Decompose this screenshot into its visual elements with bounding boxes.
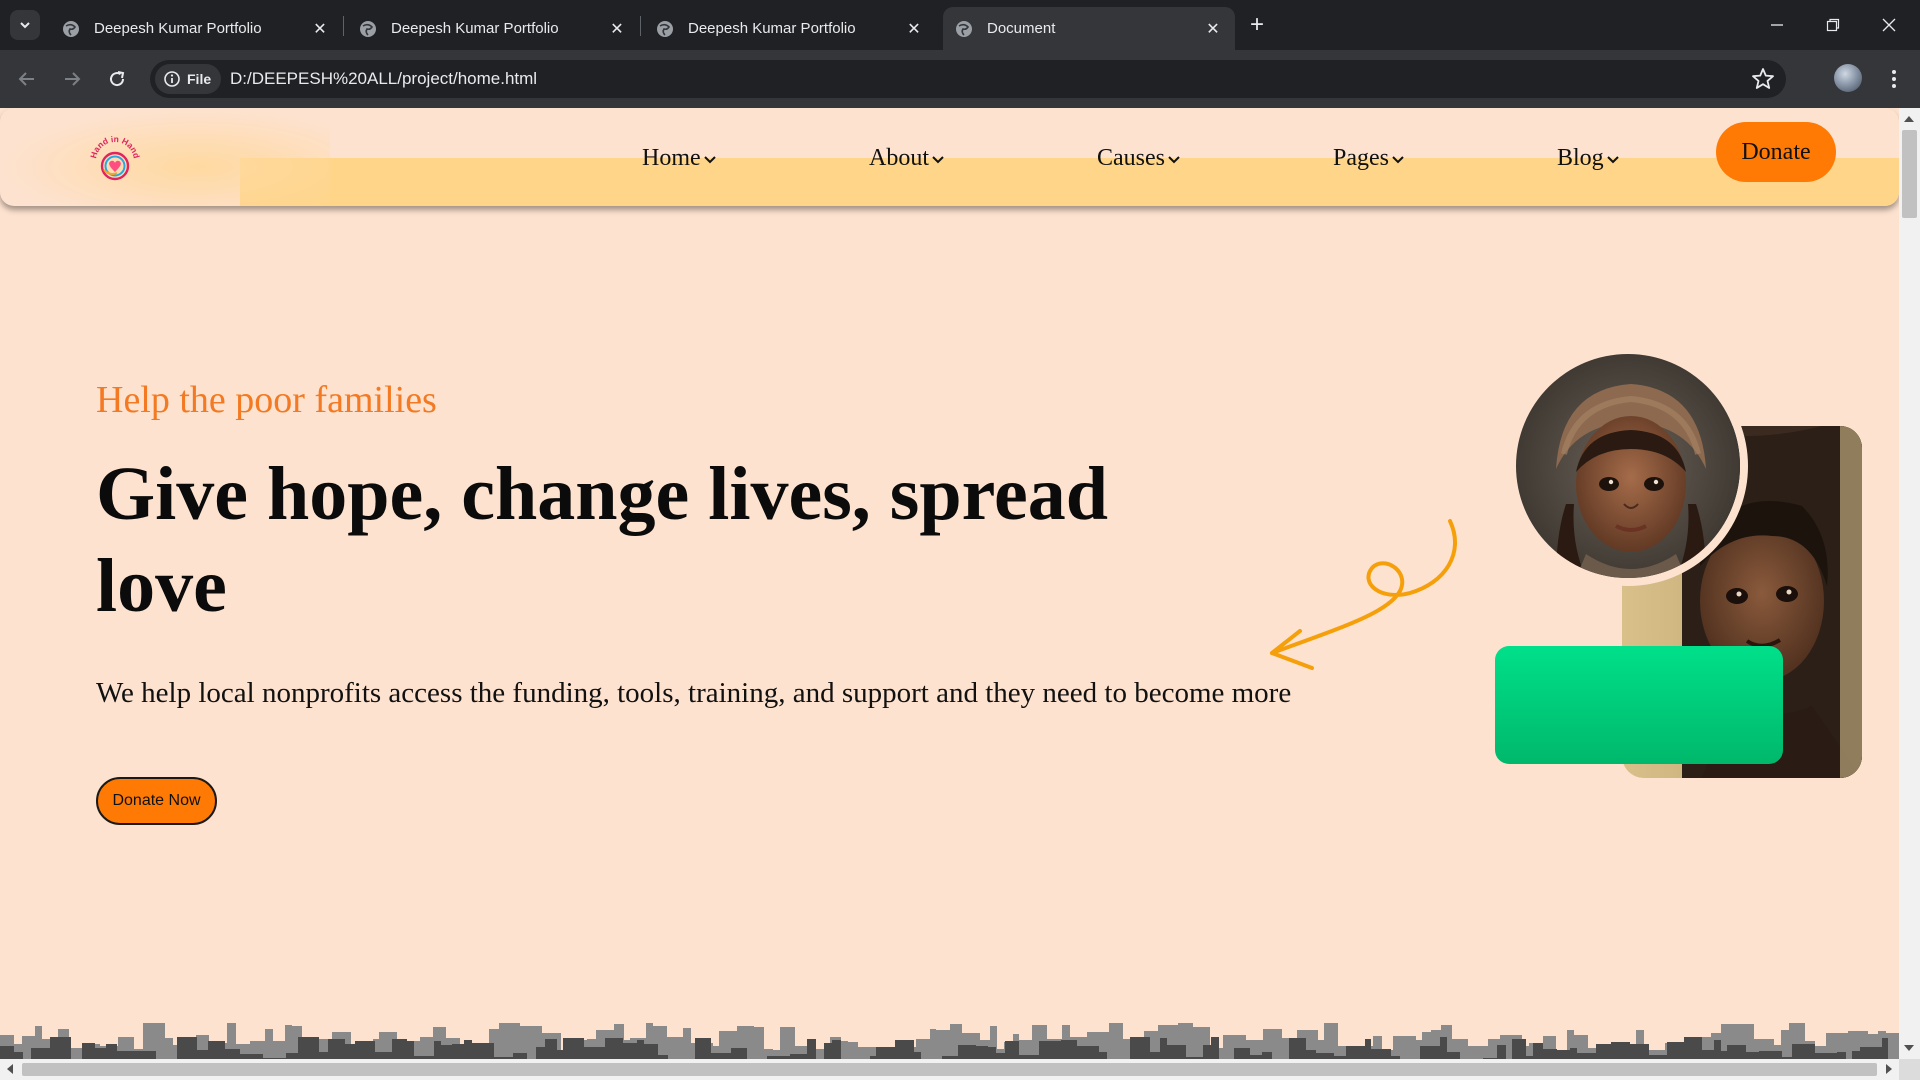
- scroll-right-arrow[interactable]: [1886, 1064, 1892, 1074]
- tab-4-active[interactable]: Document ✕: [943, 7, 1235, 50]
- scroll-down-arrow[interactable]: [1904, 1045, 1914, 1051]
- nav-label: Home: [642, 144, 701, 171]
- close-icon[interactable]: ✕: [1203, 19, 1223, 39]
- nav-item-about[interactable]: About: [869, 138, 945, 178]
- tab-3[interactable]: Deepesh Kumar Portfolio ✕: [644, 7, 936, 50]
- tab-title: Document: [987, 20, 1056, 37]
- profile-avatar[interactable]: [1834, 64, 1862, 92]
- scrollbar-corner: [1899, 1059, 1920, 1080]
- info-icon: [164, 71, 180, 87]
- scroll-thumb[interactable]: [22, 1063, 1877, 1076]
- scroll-up-arrow[interactable]: [1904, 116, 1914, 122]
- close-icon[interactable]: ✕: [310, 19, 330, 39]
- nav-item-blog[interactable]: Blog: [1557, 138, 1620, 178]
- globe-icon: [63, 20, 79, 37]
- hero-title: Give hope, change lives, spread love: [96, 452, 1108, 628]
- nav-label: Causes: [1097, 144, 1165, 171]
- tab-title: Deepesh Kumar Portfolio: [94, 20, 262, 37]
- horizontal-scrollbar[interactable]: [0, 1059, 1899, 1080]
- hero-description: We help local nonprofits access the fund…: [96, 677, 1292, 709]
- chevron-down-icon: [1606, 156, 1619, 164]
- city-skyline-silhouette: [0, 1023, 1899, 1059]
- chevron-down-icon: [1392, 156, 1404, 164]
- site-chip-label: File: [187, 71, 212, 87]
- tab-title: Deepesh Kumar Portfolio: [688, 20, 856, 37]
- nav-label: About: [869, 144, 929, 171]
- hero-photo-collage: [1490, 346, 1870, 778]
- girl-photo-circle: [1508, 346, 1748, 586]
- back-arrow-icon[interactable]: [10, 62, 44, 96]
- globe-icon: [360, 20, 376, 37]
- chevron-down-icon: [1168, 156, 1180, 164]
- site-header: Hand in Hand Home About Causes Pages Blo…: [0, 108, 1899, 206]
- globe-icon: [657, 20, 673, 37]
- tab-separator: [343, 16, 344, 36]
- scroll-thumb[interactable]: [1902, 130, 1917, 218]
- forward-arrow-icon[interactable]: [55, 62, 89, 96]
- tab-bar: Deepesh Kumar Portfolio ✕ Deepesh Kumar …: [0, 0, 1920, 50]
- nav-item-home[interactable]: Home: [642, 138, 717, 178]
- close-icon[interactable]: ✕: [607, 19, 627, 39]
- tab-search-icon: [20, 22, 30, 29]
- scroll-left-arrow[interactable]: [7, 1064, 13, 1074]
- hero-tagline: Help the poor families: [96, 379, 437, 421]
- page-viewport: Hand in Hand Home About Causes Pages Blo…: [0, 108, 1899, 1059]
- nav-label: Blog: [1557, 144, 1604, 171]
- tab-separator: [640, 16, 641, 36]
- green-info-card: [1495, 646, 1783, 764]
- nav-item-causes[interactable]: Causes: [1097, 138, 1181, 178]
- main-nav: Home About Causes Pages Blog: [0, 138, 1899, 178]
- arrow-swirl-icon: [1270, 519, 1457, 670]
- donate-button[interactable]: Donate: [1716, 122, 1836, 182]
- restore-icon[interactable]: [1810, 8, 1856, 42]
- chevron-down-icon: [932, 156, 944, 164]
- nav-item-pages[interactable]: Pages: [1333, 138, 1405, 178]
- address-bar[interactable]: File D:/DEEPESH%20ALL/project/home.html: [150, 60, 1786, 98]
- globe-icon: [956, 20, 972, 37]
- tab-search-button[interactable]: [10, 10, 40, 40]
- tab-1[interactable]: Deepesh Kumar Portfolio ✕: [50, 7, 342, 50]
- more-menu-icon[interactable]: [1880, 64, 1908, 94]
- site-info-chip[interactable]: File: [155, 64, 222, 94]
- reload-icon[interactable]: [100, 62, 134, 96]
- vertical-scrollbar[interactable]: [1899, 108, 1920, 1059]
- tab-2[interactable]: Deepesh Kumar Portfolio ✕: [347, 7, 639, 50]
- minimize-icon[interactable]: [1754, 8, 1800, 42]
- browser-toolbar: File D:/DEEPESH%20ALL/project/home.html: [0, 50, 1920, 108]
- nav-label: Pages: [1333, 144, 1389, 171]
- window-close-icon[interactable]: [1866, 8, 1912, 42]
- tab-title: Deepesh Kumar Portfolio: [391, 20, 559, 37]
- url-text[interactable]: D:/DEEPESH%20ALL/project/home.html: [230, 60, 537, 98]
- star-icon[interactable]: [1750, 66, 1776, 92]
- chevron-down-icon: [703, 156, 716, 164]
- close-icon[interactable]: ✕: [904, 19, 924, 39]
- donate-now-button[interactable]: Donate Now: [96, 777, 217, 825]
- plus-icon[interactable]: +: [1243, 11, 1271, 39]
